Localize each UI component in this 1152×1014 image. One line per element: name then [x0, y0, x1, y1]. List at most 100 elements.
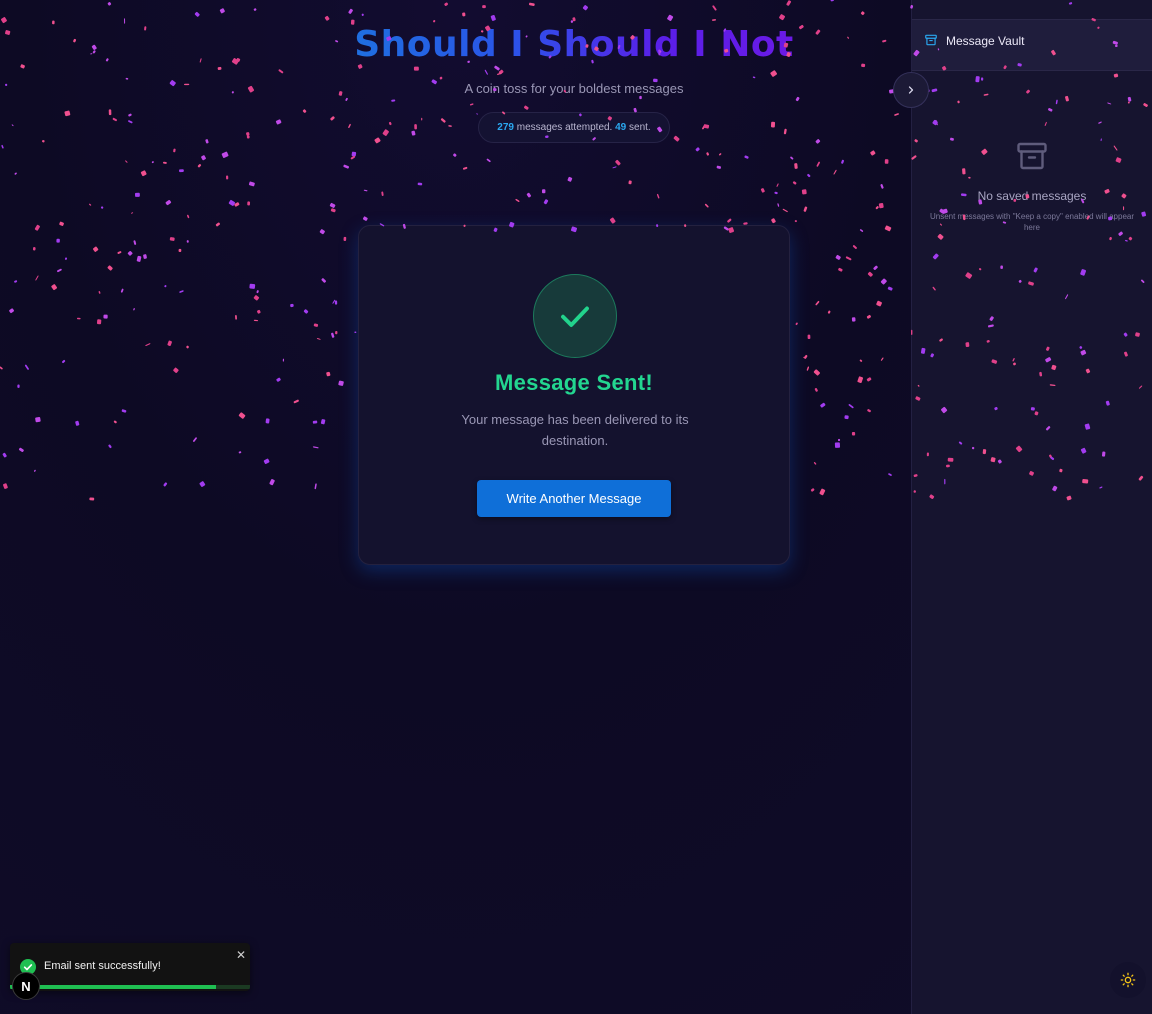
confetti-piece: [615, 159, 621, 166]
confetti-piece: [834, 442, 841, 448]
confetti-piece: [215, 222, 220, 227]
confetti-piece: [814, 387, 818, 392]
confetti-piece: [178, 248, 182, 253]
confetti-piece: [35, 417, 41, 423]
confetti-piece: [62, 359, 66, 364]
write-another-button[interactable]: Write Another Message: [477, 480, 671, 517]
confetti-piece: [314, 483, 317, 490]
confetti-piece: [835, 254, 841, 260]
confetti-piece: [848, 404, 854, 409]
vault-title: Message Vault: [946, 34, 1025, 48]
toast-notification: Email sent successfully! ✕: [10, 943, 250, 991]
confetti-piece: [249, 283, 256, 289]
confetti-piece: [815, 300, 820, 306]
confetti-piece: [807, 334, 811, 340]
result-card: Message Sent! Your message has been deli…: [358, 225, 790, 565]
confetti-piece: [851, 432, 856, 436]
confetti-piece: [830, 0, 834, 2]
vault-empty-state: No saved messages Unsent messages with "…: [912, 138, 1152, 233]
sent-count: 49: [615, 122, 627, 133]
confetti-piece: [136, 255, 142, 262]
confetti-piece: [64, 257, 68, 260]
confetti-piece: [57, 268, 62, 273]
confetti-piece: [810, 488, 815, 492]
confetti-piece: [14, 172, 17, 175]
confetti-piece: [197, 164, 202, 168]
confetti-piece: [334, 300, 338, 305]
confetti-piece: [269, 479, 275, 486]
confetti-piece: [771, 218, 776, 224]
confetti-piece: [179, 169, 184, 173]
toast-close-button[interactable]: ✕: [234, 948, 248, 962]
confetti-piece: [774, 191, 778, 195]
confetti-piece: [779, 14, 786, 21]
confetti-piece: [221, 151, 229, 158]
card-text: Your message has been delivered to its d…: [461, 412, 689, 448]
confetti-piece: [612, 166, 617, 169]
confetti-piece: [326, 371, 331, 377]
confetti-piece: [884, 225, 892, 232]
confetti-piece: [528, 2, 535, 6]
confetti-piece: [59, 221, 64, 226]
confetti-piece: [219, 8, 225, 14]
confetti-piece: [486, 158, 491, 163]
confetti-piece: [173, 148, 176, 153]
confetti-piece: [570, 20, 573, 23]
confetti-piece: [282, 358, 285, 362]
confetti-piece: [870, 150, 876, 156]
success-badge: [533, 274, 617, 358]
confetti-piece: [490, 14, 496, 21]
confetti-piece: [792, 181, 797, 185]
confetti-piece: [120, 288, 124, 293]
confetti-piece: [235, 315, 237, 320]
confetti-piece: [133, 308, 135, 311]
confetti-piece: [56, 238, 60, 243]
confetti-piece: [760, 188, 765, 193]
confetti-piece: [199, 481, 206, 487]
confetti-piece: [331, 332, 335, 338]
confetti-piece: [238, 451, 242, 454]
confetti-piece: [582, 5, 589, 11]
confetti-piece: [253, 8, 257, 11]
confetti-piece: [335, 330, 338, 335]
confetti-piece: [34, 469, 36, 472]
confetti-piece: [852, 245, 857, 249]
confetti-piece: [145, 343, 151, 346]
confetti-piece: [133, 240, 137, 245]
confetti-piece: [107, 265, 113, 271]
confetti-piece: [794, 163, 798, 169]
confetti-piece: [75, 420, 80, 426]
confetti-piece: [98, 291, 101, 294]
confetti-piece: [0, 366, 3, 370]
dev-tools-badge[interactable]: N: [12, 972, 40, 1000]
confetti-piece: [656, 193, 660, 199]
sun-icon: [1120, 972, 1136, 988]
confetti-piece: [844, 415, 849, 420]
confetti-piece: [876, 300, 882, 307]
collapse-sidebar-button[interactable]: [893, 72, 929, 108]
confetti-piece: [837, 438, 841, 442]
empty-subtitle: Unsent messages with "Keep a copy" enabl…: [929, 212, 1135, 232]
toast-message: Email sent successfully!: [44, 960, 161, 972]
confetti-piece: [543, 199, 549, 205]
confetti-piece: [880, 278, 887, 285]
confetti-piece: [801, 189, 807, 195]
confetti-piece: [804, 354, 808, 359]
confetti-piece: [169, 237, 175, 241]
confetti-piece: [17, 384, 20, 388]
confetti-piece: [777, 203, 780, 207]
confetti-piece: [878, 203, 884, 209]
confetti-piece: [860, 11, 865, 16]
message-vault-sidebar: Message Vault No saved messages Unsent m…: [911, 0, 1152, 1014]
confetti-piece: [417, 182, 423, 186]
confetti-piece: [845, 256, 852, 261]
confetti-piece: [51, 284, 58, 291]
confetti-piece: [167, 340, 172, 347]
confetti-piece: [124, 18, 126, 24]
confetti-piece: [859, 229, 864, 232]
archive-icon: [925, 34, 937, 46]
confetti-piece: [343, 164, 350, 169]
theme-toggle-button[interactable]: [1110, 962, 1146, 998]
confetti-piece: [820, 402, 826, 408]
confetti-piece: [381, 191, 384, 196]
